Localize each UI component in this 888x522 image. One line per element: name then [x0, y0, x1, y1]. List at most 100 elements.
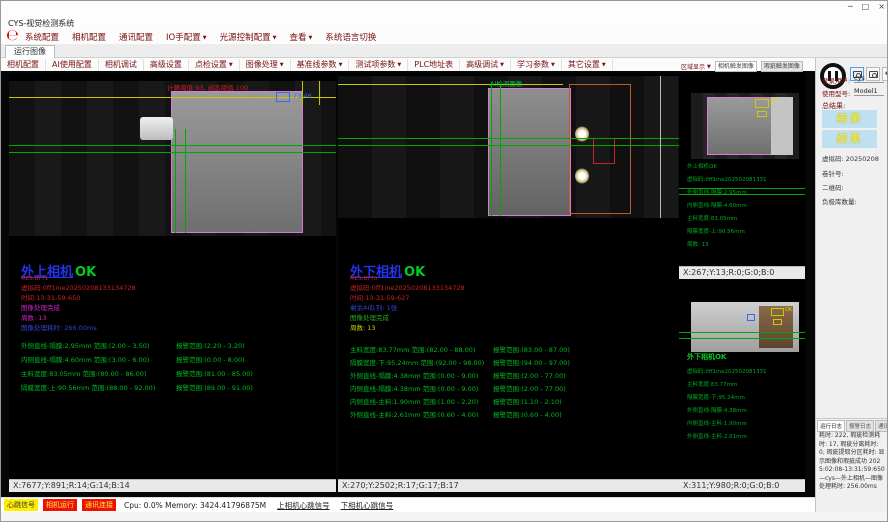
chevron-down-icon: ▼: [273, 35, 277, 41]
mid-camera-image[interactable]: AI检测图像: [338, 76, 685, 218]
tool-camera-debug[interactable]: 相机调试: [99, 59, 144, 71]
tabstrip: 运行图像: [1, 44, 888, 58]
mid-camera-view[interactable]: AI检测图像 外下相机OK MES:BYT0 虚拟码:0ff1ine202502…: [338, 73, 685, 479]
chevron-down-icon: ▼: [309, 35, 313, 41]
tool-baseline-params[interactable]: 基准线参数▼: [291, 59, 350, 71]
measure-line: [338, 138, 685, 139]
left-camera-image[interactable]: 73.46 计算阈值:93, 动态阈值:100: [9, 81, 336, 236]
reference-line: [338, 84, 563, 85]
measurement-list: 主料宽度:83.77mm 范围:(82.00 - 88.00)报警范围:(83.…: [350, 344, 570, 422]
maximize-icon[interactable]: □: [862, 2, 870, 11]
thumb-header: 区域显示▼ 相机触发图像 瑕疵触发图像: [681, 60, 811, 72]
tool-learning-params[interactable]: 学习参数▼: [511, 59, 562, 71]
measurement-row: 内侧直线-隔膜:4.60mm 范围:(3.00 - 6.00)报警范围:(0.0…: [21, 353, 253, 367]
result-info-block: 虚拟码:0ff1ine20250208133134728 时间:13-31-59…: [21, 283, 136, 333]
chevron-down-icon: ▼: [707, 64, 711, 70]
tool-advanced-debug[interactable]: 高级调试▼: [460, 59, 511, 71]
measure-line: [9, 145, 336, 146]
left-pixel-coords: X:7677;Y:891;R:14;G:14;B:14: [9, 479, 336, 492]
detect-label: OK: [771, 98, 778, 104]
thumb-bottom-image[interactable]: OK: [691, 302, 799, 352]
login-user-label: 登录用户:: [822, 75, 850, 85]
edge-line: [660, 76, 661, 218]
thumb-camera-status: 外下相机OK: [687, 352, 726, 362]
measurement-row: 内侧直线-主料:1.90mm 范围:(1.00 - 2.20)报警范围:(1.1…: [350, 396, 570, 409]
lower-camera-heartbeat-link[interactable]: 下相机心跳信号: [341, 500, 394, 511]
measurement-row: 外侧直线-隔膜:2.95mm 范围:(2.00 - 3.50)报警范围:(2.2…: [21, 339, 253, 353]
thumb-result-lines: 虚拟码:0ff1ine202502081331 主料宽度:83.77mm 隔膜宽…: [687, 366, 767, 444]
upper-camera-heartbeat-link[interactable]: 上相机心跳信号: [277, 500, 330, 511]
chevron-down-icon: ▼: [229, 62, 233, 68]
highlight-spot: [575, 126, 589, 142]
tab-run-log[interactable]: 运行日志: [817, 420, 845, 432]
divider: [816, 418, 888, 419]
measurement-row: 隔膜宽度-上:90.56mm 范围:(88.00 - 92.00)报警范围:(8…: [21, 381, 253, 395]
model-value[interactable]: Model1: [854, 87, 884, 96]
bottom-strip: [1, 512, 888, 522]
measurement-row: 主料宽度:83.77mm 范围:(82.00 - 88.00)报警范围:(83.…: [350, 344, 570, 357]
result-info-block: 虚拟码:0ff1ine20250208133134728 时间:13-31-59…: [350, 283, 465, 333]
threshold-overlay: 计算阈值:93, 动态阈值:100: [167, 82, 248, 92]
menu-camera-config[interactable]: 相机配置: [72, 31, 106, 43]
login-user-value[interactable]: cys: [854, 74, 884, 83]
titlebar: CYS-视觉检测系统 ─ □ ×: [1, 1, 888, 29]
thumb-bottom-view[interactable]: OK 外下相机OK 虚拟码:0ff1ine202502081331 主料宽度:8…: [679, 280, 805, 479]
thumb-top-view[interactable]: OK 外上相机OK 虚拟码:0ff1ine202502081331 外侧直线-隔…: [679, 73, 805, 266]
tool-test-params[interactable]: 测试项参数▼: [349, 59, 408, 71]
barcode-line: 虚拟码:0ff1ine20250208133134728: [21, 283, 136, 293]
thumb-top-image[interactable]: OK: [691, 93, 799, 159]
chevron-down-icon: ▼: [397, 62, 401, 68]
tool-image-processing[interactable]: 图像处理▼: [240, 59, 291, 71]
region-display-label[interactable]: 区域显示▼: [681, 62, 711, 71]
ai-queue-line: 剩余AI队列: 1张: [350, 303, 465, 313]
measure-line: [679, 338, 805, 339]
app-window: CYS-视觉检测系统 ─ □ × ℮ 系统配置 相机配置 通讯配置 IO手配置▼…: [0, 0, 888, 522]
done-line: 图像处理完成: [350, 313, 465, 323]
tab-alarm-log[interactable]: 报警日志: [846, 420, 874, 432]
tool-other-settings[interactable]: 其它设置▼: [562, 59, 613, 71]
elapsed-line: 图像处理耗时: 266.00ms: [21, 323, 136, 333]
tool-plc-address[interactable]: PLC地址表: [408, 59, 460, 71]
tool-advanced-settings[interactable]: 高级设置: [144, 59, 189, 71]
close-icon[interactable]: ×: [878, 2, 885, 11]
virtual-code-label: 虚拟码: 20250208: [822, 153, 879, 163]
app-logo-icon: ℮: [6, 26, 19, 44]
sidebar: ← 登录用户: cys 使用型号: Model1 总结果: 结果 结果 虚拟码:…: [815, 58, 888, 512]
menu-light-config[interactable]: 光源控制配置▼: [220, 31, 277, 43]
count-line: 周数: 13: [21, 313, 136, 323]
chevron-down-icon: ▼: [500, 62, 504, 68]
measure-value-overlay: 73.46: [293, 92, 312, 100]
menu-language-switch[interactable]: 系统语言切换: [325, 31, 376, 43]
mid-pixel-coords: X:270;Y:2502;R:17;G:17;B:17: [338, 479, 685, 492]
time-line: 时间:13-31-59-627: [350, 293, 465, 303]
chevron-down-icon: ▼: [203, 35, 207, 41]
bright-region: [771, 97, 793, 155]
tool-camera-config[interactable]: 相机配置: [1, 59, 46, 71]
menubar: ℮ 系统配置 相机配置 通讯配置 IO手配置▼ 光源控制配置▼ 查看▼ 系统语言…: [1, 28, 888, 44]
cpu-memory-status: Cpu: 0.0% Memory: 3424.41796875M: [124, 501, 266, 510]
tab-camera-trigger-image[interactable]: 相机触发图像: [715, 61, 757, 72]
tab-comm-log[interactable]: 通讯日志: [875, 420, 888, 432]
measurement-row: 内侧直线-隔膜:4.38mm 范围:(0.00 - 9.00)报警范围:(2.0…: [350, 383, 570, 396]
measure-marker: [747, 314, 755, 321]
measure-line: [500, 84, 501, 216]
reference-line: [319, 81, 320, 105]
menu-io-config[interactable]: IO手配置▼: [166, 31, 207, 43]
tool-spot-check[interactable]: 点检设置▼: [189, 59, 240, 71]
measurement-row: 主料宽度:83.05mm 范围:(80.00 - 86.00)报警范围:(81.…: [21, 367, 253, 381]
measure-line: [491, 84, 492, 216]
minimize-icon[interactable]: ─: [848, 2, 853, 11]
highlight-spot: [575, 168, 589, 184]
ai-image-label: AI检测图像: [490, 78, 522, 88]
measurement-list: 外侧直线-隔膜:2.95mm 范围:(2.00 - 3.50)报警范围:(2.2…: [21, 339, 253, 395]
tab-run-image[interactable]: 运行图像: [5, 45, 55, 58]
menu-comm-config[interactable]: 通讯配置: [119, 31, 153, 43]
tool-ai-config[interactable]: AI使用配置: [46, 59, 99, 71]
chevron-down-icon: ▼: [551, 62, 555, 68]
menu-system-config[interactable]: 系统配置: [25, 31, 59, 43]
left-camera-view[interactable]: 73.46 计算阈值:93, 动态阈值:100 外上相机OK MES:BYT1 …: [9, 73, 336, 479]
done-line: 图像处理完成: [21, 303, 136, 313]
menu-view[interactable]: 查看▼: [289, 31, 312, 43]
tab-defect-trigger-image[interactable]: 瑕疵触发图像: [761, 61, 803, 72]
thumb-top-pixel-coords: X:267;Y:13;R:0;G:0;B:0: [679, 266, 805, 279]
